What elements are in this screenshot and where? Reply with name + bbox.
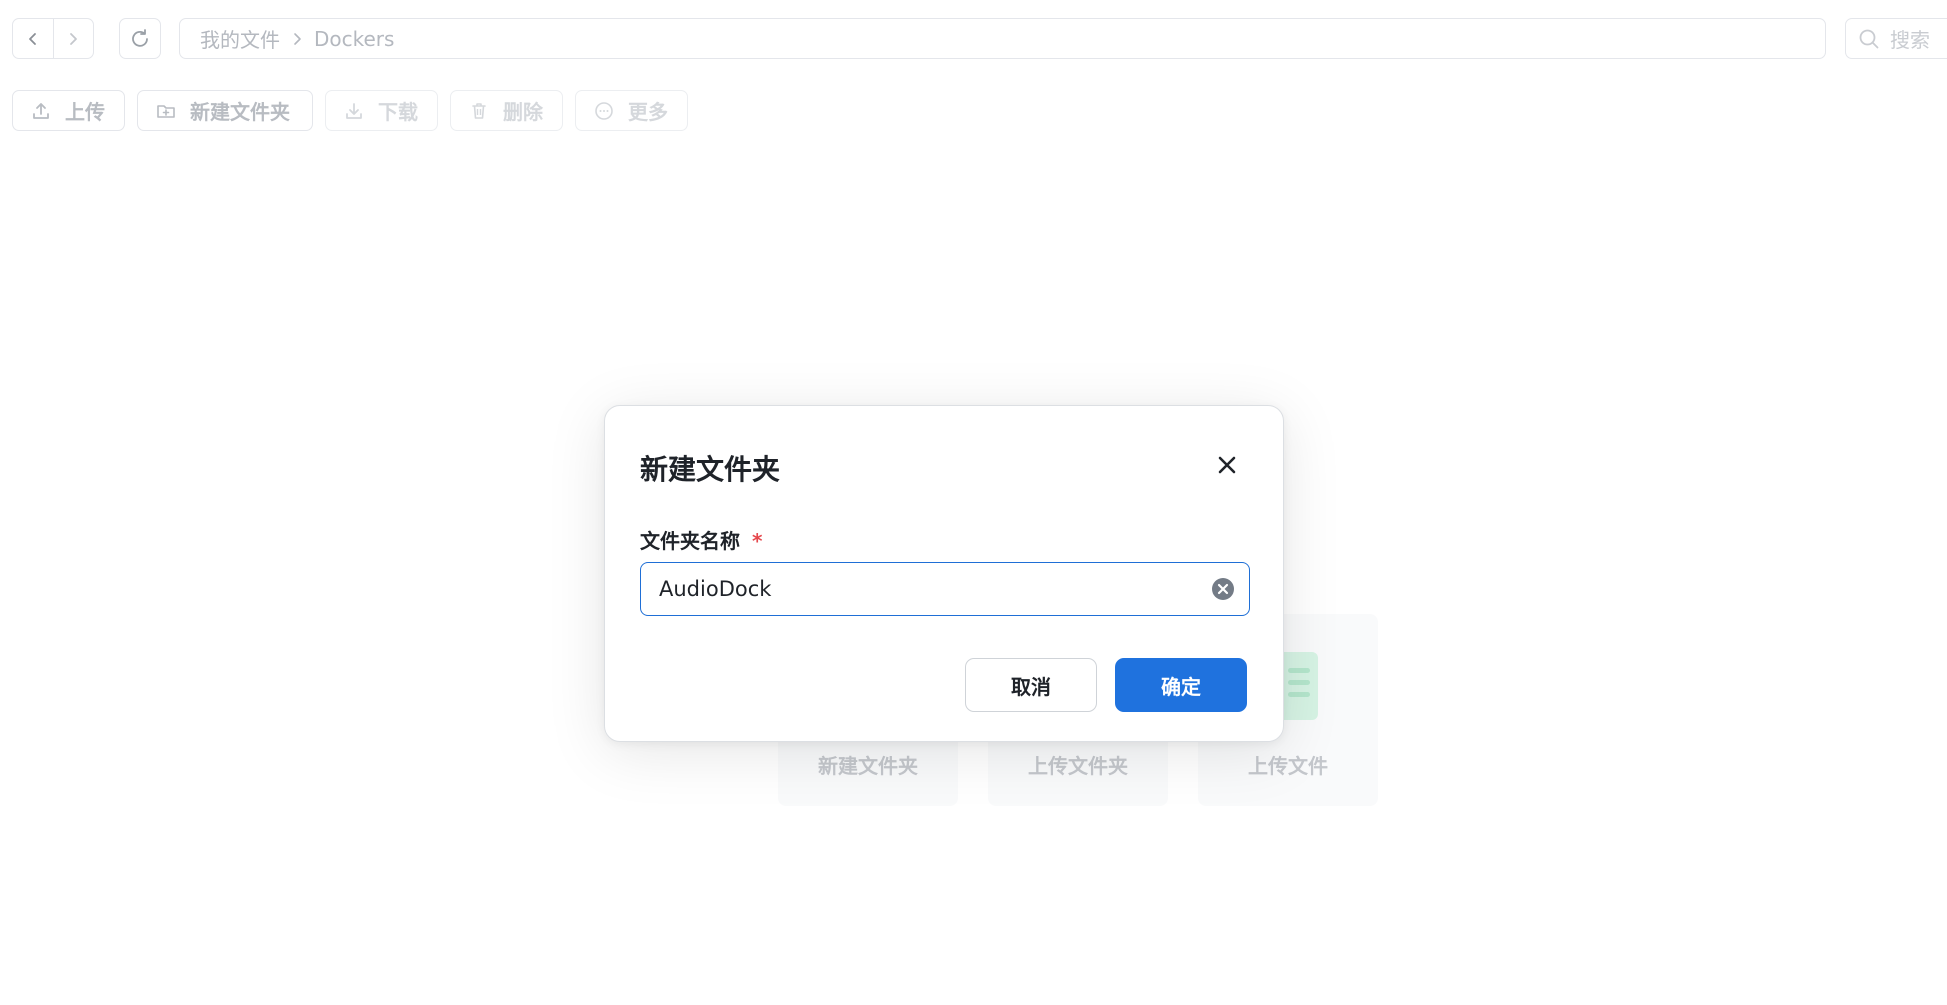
upload-icon — [33, 102, 49, 119]
required-mark: * — [752, 529, 763, 553]
breadcrumb-separator — [292, 32, 302, 46]
breadcrumb: 我的文件 Dockers — [179, 18, 1826, 59]
chevron-right-icon — [294, 32, 301, 45]
empty-card-label: 上传文件夹 — [1028, 754, 1128, 778]
delete-label: 删除 — [503, 100, 543, 124]
breadcrumb-current: Dockers — [314, 26, 395, 51]
empty-card-label: 上传文件 — [1248, 754, 1328, 778]
more-circle-icon — [595, 101, 613, 120]
search-icon — [1859, 29, 1879, 48]
folder-name-label: 文件夹名称 * — [640, 525, 762, 554]
new-folder-dialog: 新建文件夹 文件夹名称 * 取消 确定 — [604, 405, 1284, 742]
forward-button[interactable] — [52, 19, 94, 58]
download-icon — [346, 102, 362, 119]
refresh-icon — [132, 28, 148, 47]
upload-button[interactable]: 上传 — [12, 90, 125, 131]
delete-button[interactable]: 删除 — [450, 90, 563, 131]
more-button[interactable]: 更多 — [575, 90, 688, 131]
clear-icon — [1212, 578, 1234, 600]
new-folder-label: 新建文件夹 — [190, 100, 290, 124]
confirm-button[interactable]: 确定 — [1115, 658, 1247, 712]
clear-input-button[interactable] — [1211, 577, 1235, 601]
upload-label: 上传 — [65, 100, 105, 124]
folder-plus-icon — [157, 104, 175, 118]
cancel-button[interactable]: 取消 — [965, 658, 1097, 712]
dialog-title: 新建文件夹 — [640, 453, 781, 486]
dialog-close-button[interactable] — [1212, 450, 1242, 480]
back-button[interactable] — [13, 19, 53, 58]
search-box[interactable]: 搜索 — [1845, 18, 1947, 59]
download-label: 下载 — [378, 100, 418, 124]
close-icon — [1218, 456, 1236, 474]
download-button[interactable]: 下载 — [325, 90, 438, 131]
breadcrumb-root[interactable]: 我的文件 — [200, 24, 280, 53]
history-nav — [12, 18, 94, 59]
refresh-button[interactable] — [119, 18, 161, 59]
chevron-right-icon — [70, 32, 78, 45]
new-folder-button[interactable]: 新建文件夹 — [137, 90, 313, 131]
chevron-left-icon — [28, 32, 36, 45]
search-placeholder: 搜索 — [1890, 28, 1930, 52]
folder-name-label-text: 文件夹名称 — [640, 529, 740, 553]
file-manager-page: 我的文件 Dockers 搜索 上传 新建文件夹 下载 删除 更多 新建文件夹 … — [0, 0, 1947, 1005]
empty-card-label: 新建文件夹 — [818, 754, 918, 778]
folder-name-field[interactable] — [640, 562, 1250, 616]
trash-icon — [472, 102, 486, 119]
more-label: 更多 — [628, 100, 668, 124]
folder-name-input[interactable] — [659, 577, 1211, 601]
